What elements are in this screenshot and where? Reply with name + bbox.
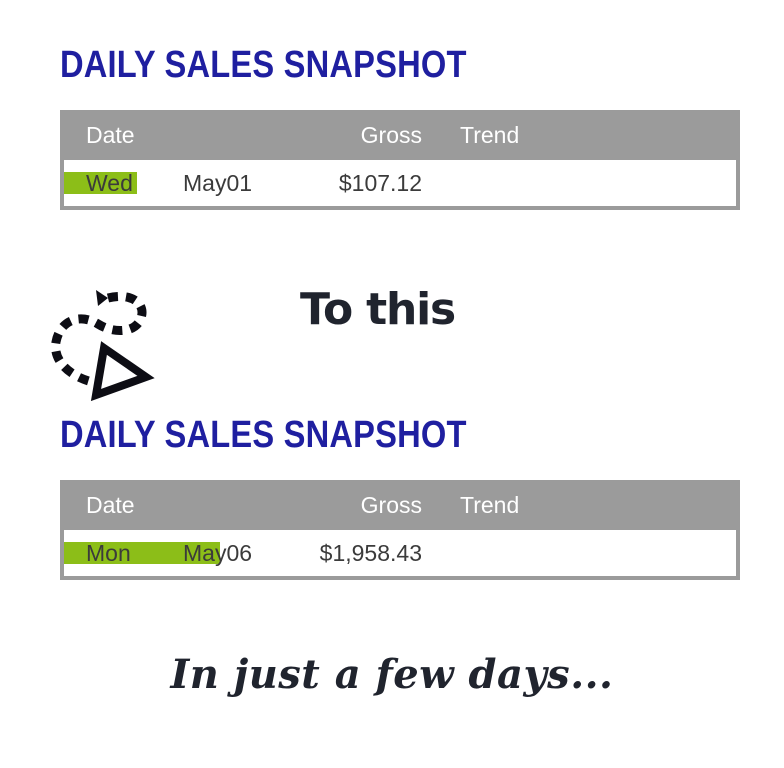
cell-weekday: Mon bbox=[86, 539, 131, 566]
sales-table-after: Date Gross Trend Mon May06 $1,958.43 bbox=[60, 480, 740, 580]
cell-date: May06 bbox=[183, 539, 253, 566]
cell-date: May01 bbox=[183, 169, 253, 196]
cell-gross: $107.12 bbox=[338, 169, 422, 196]
page-title-before: DAILY SALES SNAPSHOT bbox=[60, 44, 467, 86]
curved-dashed-arrow-icon bbox=[51, 290, 155, 401]
column-header-trend: Trend bbox=[460, 491, 520, 518]
column-header-gross: Gross bbox=[360, 491, 422, 518]
page-title-after: DAILY SALES SNAPSHOT bbox=[60, 414, 467, 456]
column-header-date: Date bbox=[86, 491, 135, 518]
table-header-row: Date Gross Trend bbox=[64, 110, 736, 160]
column-header-gross: Gross bbox=[360, 121, 422, 148]
arrow-tail-barb bbox=[96, 290, 108, 306]
caption-text: In just a few days... bbox=[170, 651, 614, 698]
cell-gross: $1,958.43 bbox=[319, 539, 422, 566]
arrow-head bbox=[90, 341, 155, 401]
sales-table-before: Date Gross Trend Wed May01 $107.12 bbox=[60, 110, 740, 210]
table-row: Mon May06 $1,958.43 bbox=[64, 530, 736, 576]
table-row: Wed May01 $107.12 bbox=[64, 160, 736, 206]
snapshot-comparison-canvas: DAILY SALES SNAPSHOT Date Gross Trend We… bbox=[0, 0, 784, 768]
table-header-row: Date Gross Trend bbox=[64, 480, 736, 530]
cell-weekday: Wed bbox=[86, 169, 133, 196]
column-header-date: Date bbox=[86, 121, 135, 148]
column-header-trend: Trend bbox=[460, 121, 520, 148]
to-this-label: To this bbox=[300, 284, 456, 335]
